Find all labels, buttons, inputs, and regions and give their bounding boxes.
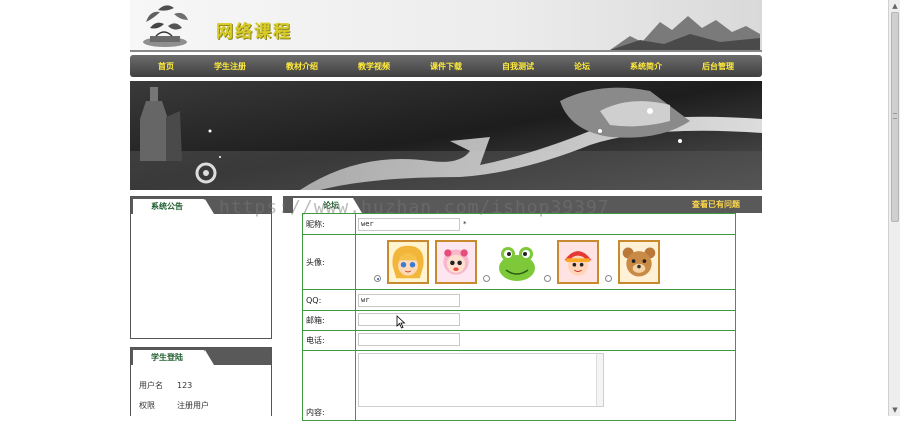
girl-blonde-avatar-icon <box>387 240 429 284</box>
nav-item-downloads[interactable]: 课件下载 <box>430 61 462 72</box>
nav-item-self-test[interactable]: 自我测试 <box>502 61 534 72</box>
nav-item-home[interactable]: 首页 <box>158 61 174 72</box>
login-box: 学生登陆 用户名 123 权限 注册用户 <box>130 347 272 416</box>
required-mark: * <box>463 220 467 228</box>
content-textarea[interactable] <box>358 353 604 407</box>
nav-item-admin[interactable]: 后台管理 <box>702 61 734 72</box>
login-title: 学生登陆 <box>133 350 214 365</box>
avatar-radio-5[interactable] <box>605 275 612 282</box>
scroll-thumb[interactable] <box>891 12 899 222</box>
avatar-radio-1[interactable] <box>374 275 381 282</box>
site-title: 网络课程 <box>216 22 292 42</box>
avatar-label: 头像: <box>302 234 356 290</box>
nav-item-register[interactable]: 学生注册 <box>214 61 246 72</box>
avatar-picker <box>358 240 735 284</box>
page-container: 网络课程 首页 学生注册 教材介绍 教学视频 课件下载 自我测试 论坛 系统简介… <box>130 0 762 421</box>
email-input[interactable] <box>358 313 460 326</box>
nav-item-videos[interactable]: 教学视频 <box>358 61 390 72</box>
mouse-cursor-icon <box>396 315 406 329</box>
post-form: 昵称: wer * 头像: QQ: wr 邮箱: 电话: 内容: <box>302 213 736 421</box>
qq-input[interactable]: wr <box>358 293 460 307</box>
avatar-option <box>435 240 477 284</box>
nav-item-forum[interactable]: 论坛 <box>574 61 590 72</box>
login-row-role: 权限 注册用户 <box>139 400 209 410</box>
frog-avatar-icon <box>496 240 538 284</box>
baby-pink-avatar-icon <box>435 240 477 284</box>
nickname-input[interactable]: wer <box>358 217 460 231</box>
mountains-decoration <box>610 16 760 50</box>
avatar-option <box>544 240 599 284</box>
avatar-radio-3[interactable] <box>483 275 490 282</box>
qq-label: QQ: <box>302 289 356 311</box>
avatar-option <box>374 240 429 284</box>
nav-item-textbook[interactable]: 教材介绍 <box>286 61 318 72</box>
login-row-username: 用户名 123 <box>139 380 193 390</box>
notice-box: 系统公告 <box>130 196 272 339</box>
girl-red-hat-avatar-icon <box>557 240 599 284</box>
leaf-logo-icon <box>143 5 188 47</box>
banner-image <box>130 81 762 190</box>
nav-item-about[interactable]: 系统简介 <box>630 61 662 72</box>
avatar-option <box>483 240 538 284</box>
scroll-down-icon[interactable]: ▼ <box>890 405 900 415</box>
bear-avatar-icon <box>618 240 660 284</box>
nickname-label: 昵称: <box>302 213 356 235</box>
phone-input[interactable] <box>358 333 460 346</box>
forum-tab[interactable]: 论坛 <box>293 198 362 213</box>
scroll-up-icon[interactable]: ▲ <box>890 1 900 11</box>
phone-label: 电话: <box>302 330 356 351</box>
avatar-option <box>605 240 660 284</box>
view-existing-questions-link[interactable]: 查看已有问题 <box>692 199 740 210</box>
textarea-scrollbar[interactable] <box>596 354 603 406</box>
forum-panel: 论坛 查看已有问题 昵称: wer * 头像: QQ: wr 邮箱: 电话: 内… <box>283 196 762 421</box>
email-label: 邮箱: <box>302 310 356 331</box>
avatar-radio-4[interactable] <box>544 275 551 282</box>
notice-title: 系统公告 <box>133 199 214 214</box>
main-nav: 首页 学生注册 教材介绍 教学视频 课件下载 自我测试 论坛 系统简介 后台管理 <box>130 55 762 77</box>
site-header: 网络课程 <box>130 0 762 52</box>
content-label: 内容: <box>302 350 356 421</box>
page-scrollbar[interactable]: ▲ ▼ <box>888 0 900 416</box>
